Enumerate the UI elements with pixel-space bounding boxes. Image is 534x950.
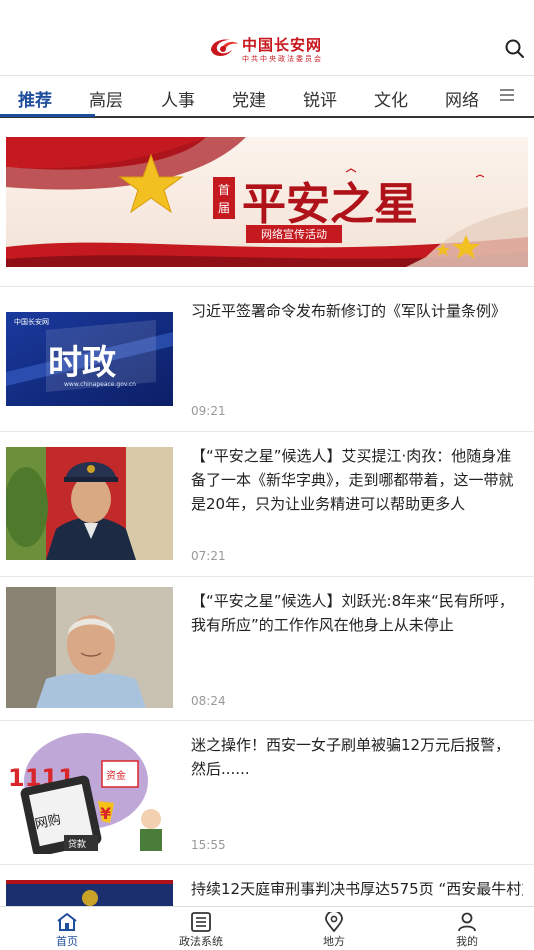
nav-home[interactable]: 首页 (0, 907, 134, 950)
nav-legal-system-label: 政法系统 (179, 935, 223, 948)
home-icon (57, 913, 77, 931)
news-title: 习近平签署命令发布新修订的《军队计量条例》 (191, 302, 507, 320)
news-title: 【“平安之星”候选人】刘跃光:8年来“民有所呼，我有所应”的工作作风在他身上从未… (191, 592, 514, 634)
brand-name: 中国长安网 (242, 36, 323, 54)
menu-icon[interactable] (500, 88, 514, 102)
nav-profile[interactable]: 我的 (400, 907, 534, 950)
tab-commentary[interactable]: 锐评 (303, 86, 337, 111)
active-tab-indicator (0, 114, 95, 117)
location-pin-icon (325, 912, 343, 932)
brand-subtitle: 中共中央政法委员会 (242, 55, 323, 63)
news-time: 08:24 (191, 694, 226, 708)
list-icon (191, 912, 211, 932)
news-thumbnail (6, 587, 173, 708)
banner-badge-bottom: 届 (218, 201, 230, 215)
news-item[interactable]: 【“平安之星”候选人】刘跃光:8年来“民有所呼，我有所应”的工作作风在他身上从未… (0, 577, 534, 721)
news-thumbnail: 1111 网购 资金 ¥ 贷款 (6, 731, 173, 854)
category-tabs: 推荐 高层 人事 党建 锐评 文化 网络 (0, 76, 534, 118)
user-icon (458, 912, 476, 932)
promo-banner[interactable]: 首 届 平安之星 网络宣传活动 (6, 137, 528, 267)
banner-title: 平安之星 (242, 179, 418, 230)
nav-home-label: 首页 (56, 935, 78, 948)
nav-local-label: 地方 (323, 935, 345, 948)
search-icon[interactable] (504, 38, 526, 60)
bottom-navigation: 首页 政法系统 地方 我的 (0, 906, 534, 950)
news-title: 迷之操作！西安一女子刷单被骗12万元后报警，然后...... (191, 736, 511, 778)
news-item[interactable]: 1111 网购 资金 ¥ 贷款 迷之操作！西安一女子刷单被骗12万元后报警，然后… (0, 721, 534, 865)
app-header: 中国长安网 中共中央政法委员会 (0, 0, 534, 76)
nav-profile-label: 我的 (456, 935, 478, 948)
tab-network[interactable]: 网络 (445, 86, 479, 111)
news-title: 【“平安之星”候选人】艾买提江·肉孜：他随身准备了一本《新华字典》，走到哪都带着… (191, 447, 514, 513)
news-item[interactable]: 持续12天庭审刑事判决书厚达575页 “西安最牛村支 (0, 865, 534, 906)
news-thumbnail: 中国长安网 时政 www.chinapeace.gov.cn (6, 312, 173, 406)
tab-top-level[interactable]: 高层 (89, 86, 123, 111)
tab-recommend[interactable]: 推荐 (18, 86, 52, 111)
logo-mark-icon (211, 39, 238, 57)
news-time: 07:21 (191, 549, 226, 563)
tab-party-building[interactable]: 党建 (232, 86, 266, 111)
news-thumbnail (6, 880, 173, 906)
banner-graphic: 首 届 平安之星 网络宣传活动 (6, 137, 528, 267)
svg-text:¥: ¥ (100, 804, 111, 823)
thumb-headline-text: 时政 (48, 343, 116, 383)
thumb-loan-text: 贷款 (68, 838, 86, 850)
banner-badge-top: 首 (218, 183, 230, 197)
tab-personnel[interactable]: 人事 (161, 86, 195, 111)
tab-culture[interactable]: 文化 (374, 86, 408, 111)
news-title: 持续12天庭审刑事判决书厚达575页 “西安最牛村支 (191, 880, 523, 898)
news-item[interactable]: 【“平安之星”候选人】艾买提江·肉孜：他随身准备了一本《新华字典》，走到哪都带着… (0, 432, 534, 576)
news-thumbnail (6, 447, 173, 560)
thumb-logo-text: 中国长安网 (14, 317, 49, 326)
news-time: 09:21 (191, 404, 226, 418)
nav-legal-system[interactable]: 政法系统 (134, 907, 268, 950)
thumb-url-text: www.chinapeace.gov.cn (64, 381, 136, 388)
news-time: 15:55 (191, 838, 226, 852)
news-item[interactable]: 中国长安网 时政 www.chinapeace.gov.cn 习近平签署命令发布… (0, 287, 534, 431)
brand-logo: 中国长安网 中共中央政法委员会 (208, 34, 328, 66)
thumb-funds-text: 资金 (106, 769, 126, 782)
nav-local[interactable]: 地方 (267, 907, 401, 950)
banner-subtitle: 网络宣传活动 (261, 227, 327, 241)
